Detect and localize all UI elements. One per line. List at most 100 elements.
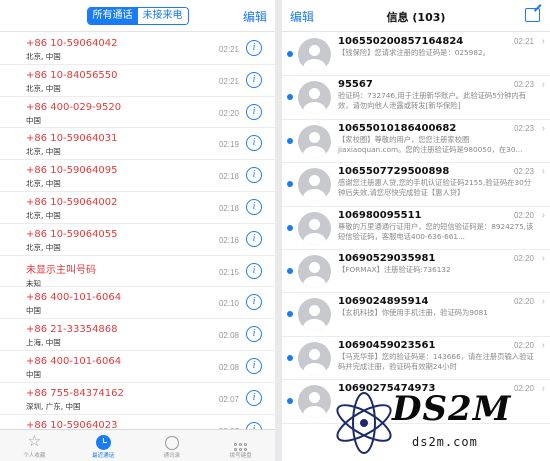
info-icon[interactable]: i [246,262,262,279]
call-time: 02:18 [218,203,239,213]
tab-missed-calls[interactable]: 未接来电 [137,7,188,24]
message-preview: 验证码：732746,用于注册新华账户。此验证码5分钟内有效，请勿向他人泄露或转… [338,91,527,111]
call-row[interactable]: +86 21-33354868 上海, 中国 02:08 i [0,319,275,351]
atom-logo-icon [336,392,392,454]
chevron-right-icon: › [541,79,545,91]
message-time: 02:20 [513,253,534,263]
call-row[interactable]: +86 400-101-6064 中国 02:08 i [0,351,275,383]
call-time: 02:16 [218,235,239,245]
message-row[interactable]: 1069024895914 【玄机科技】你使用手机注册，验证码为9081 02:20… [282,293,550,337]
message-row[interactable]: 95567 验证码：732746,用于注册新华账户。此验证码5分钟内有效，请勿向他… [282,76,550,120]
call-row[interactable]: +86 755-84374162 深圳, 广东, 中国 02:07 i [0,383,275,415]
chevron-right-icon: › [541,339,545,351]
message-row[interactable]: 1065507729500898 感谢您注册惠人贷,您的手机认证验证码2155,验… [282,163,550,207]
unread-dot [287,181,293,188]
tab-favorites-label: 个人收藏 [23,453,46,459]
clock-icon [95,435,111,450]
messages-title: 信息 (103) [386,11,446,24]
calls-filter-segmented-control[interactable]: 所有通话 未接来电 [86,6,189,25]
message-time: 02:20 [513,210,534,220]
call-row[interactable]: +86 10-59064002 北京, 中国 02:18 i [0,192,275,224]
message-time: 02:23 [513,123,534,133]
message-time: 02:20 [513,297,534,307]
tab-contacts[interactable]: 通讯录 [138,430,207,461]
message-time: 02:23 [513,167,534,177]
tab-recents-label: 最近通话 [92,453,115,459]
unread-dot [287,224,293,231]
info-icon[interactable]: i [246,230,262,247]
tab-all-calls[interactable]: 所有通话 [87,7,138,24]
unread-dot [287,354,293,361]
info-icon[interactable]: i [246,40,262,56]
calls-header: 所有通话 未接来电 编辑 [0,0,275,32]
message-time: 02:21 [513,37,534,46]
unread-dot [287,311,293,318]
info-icon[interactable]: i [246,71,262,88]
avatar [298,38,331,71]
message-preview: 【马克华菲】您的验证码是：143666，请在注册页输入验证码并完成注册，验证码有… [338,351,534,371]
contact-icon [164,436,179,450]
call-row[interactable]: +86 400-029-9520 中国 02:20 i [0,97,275,129]
unread-dot [287,51,293,57]
tab-keypad[interactable]: 拨号键盘 [206,430,275,461]
chevron-right-icon: › [541,252,545,264]
recent-calls-screen: 所有通话 未接来电 编辑 +86 10-59064042 北京, 中国 02:21 i… [0,0,275,461]
chevron-right-icon: › [541,296,545,308]
chevron-right-icon: › [541,209,545,221]
message-preview: 【钱保险】您请求注册的验证码是：025982。 [338,48,490,57]
message-row[interactable]: 10655020085716482​4 【钱保险】您请求注册的验证码是：02598… [282,33,550,77]
avatar [298,124,331,158]
message-preview: 【家校圈】尊敬的用户，您您注册家校圈 jiaxiaoquan.com。您的注册验… [338,134,523,154]
keypad-icon [234,443,248,451]
call-row[interactable]: +86 10-59064031 北京, 中国 02:19 i [0,128,275,161]
chevron-right-icon: › [541,122,545,134]
message-list: 10655020085716482​4 【钱保险】您请求注册的验证码是：02598… [282,33,550,424]
tab-recents[interactable]: 最近通话 [69,430,138,461]
compose-icon[interactable] [525,8,540,22]
call-time: 02:21 [218,76,239,86]
tab-contacts-label: 通讯录 [163,453,181,459]
avatar [298,81,331,115]
call-time: 02:10 [218,299,239,309]
message-row[interactable]: 10690529035981 【FORMAX】注册验证码:736132 02:20 › [282,250,550,294]
message-preview: 感谢您注册惠人贷,您的手机认证验证码2155,验证码在30分钟后失效,请您尽快完… [338,178,532,198]
info-icon[interactable]: i [246,198,262,215]
avatar [298,341,331,375]
call-row[interactable]: +86 400-101-6064 中国 02:10 i [0,287,275,320]
avatar [298,298,331,332]
chevron-right-icon: › [541,36,545,47]
call-time: 02:08 [218,331,239,341]
avatar [298,254,331,288]
star-icon: ☆ [27,433,42,450]
message-row[interactable]: 106980095511 尊敬的万里通通行证用户，您的短信验证码是：8924275… [282,207,550,250]
call-row[interactable]: +86 10-59064042 北京, 中国 02:21 i [0,33,275,65]
messages-header: 编辑 信息 (103) [282,0,550,32]
watermark-text: DS2M [392,389,512,429]
unread-dot [287,94,293,101]
info-icon[interactable]: i [246,389,262,406]
info-icon[interactable]: i [246,357,262,374]
tab-favorites[interactable]: ☆ 个人收藏 [0,430,69,461]
call-time: 02:20 [218,108,239,118]
message-time: 02:20 [513,340,534,350]
message-preview: 【玄机科技】你使用手机注册，验证码为9081 [338,308,488,318]
message-row[interactable]: 10690459023561 【马克华菲】您的验证码是：143666，请在注册页输… [282,337,550,381]
unread-dot [287,267,293,274]
phone-tab-bar: ☆ 个人收藏 最近通话 通讯录 拨号键盘 [0,429,275,461]
call-time: 02:18 [218,172,239,182]
call-row[interactable]: +86 10-59064095 北京, 中国 02:18 i [0,160,275,192]
info-icon[interactable]: i [246,103,262,120]
call-list: +86 10-59064042 北京, 中国 02:21 i +86 10-84056… [0,33,275,447]
call-row[interactable]: +86 10-84056550 北京, 中国 02:21 i [0,65,275,97]
message-row[interactable]: 10655010186400682 【家校圈】尊敬的用户，您您注册家校圈 jiax… [282,120,550,164]
chevron-right-icon: › [541,166,545,178]
call-row[interactable]: 未显示主叫号码 未知 02:15 i [0,256,275,288]
call-time: 02:08 [218,362,239,372]
unread-dot [287,137,293,144]
message-time: 02:23 [513,80,534,90]
call-row[interactable]: +86 10-59064055 北京, 中国 02:16 i [0,224,275,256]
watermark-url: ds2m.com [412,435,478,449]
calls-edit-button[interactable]: 编辑 [243,8,267,25]
avatar [298,211,331,245]
watermark-logo: DS2M ds2m.com [330,385,550,461]
